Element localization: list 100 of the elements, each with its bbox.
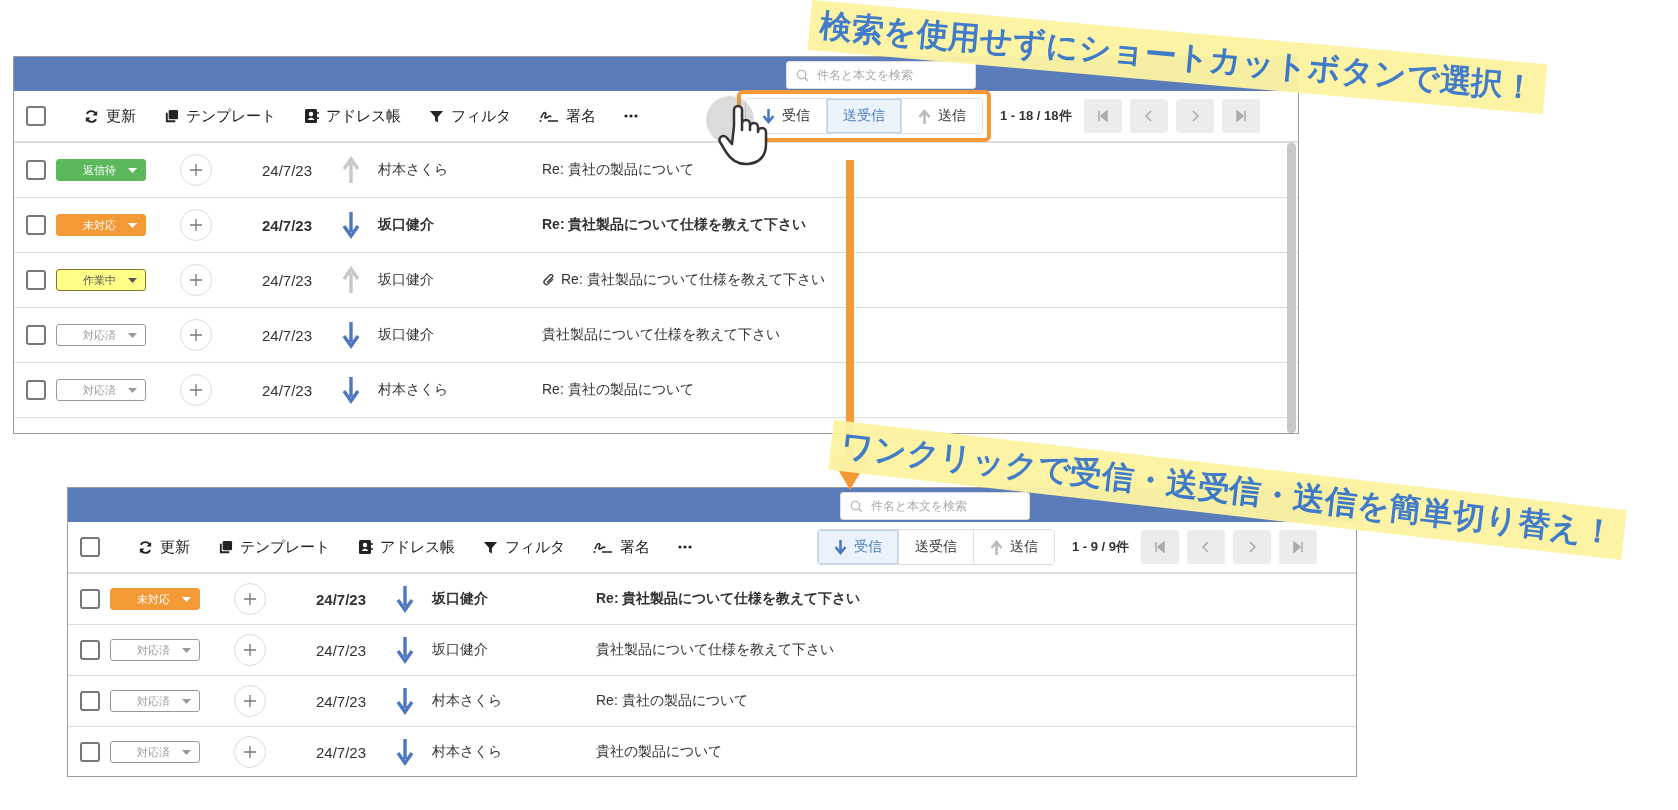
refresh-button[interactable]: 更新: [82, 102, 138, 130]
chevron-left-icon: [1201, 541, 1212, 553]
select-all-checkbox[interactable]: [80, 537, 100, 557]
address-book-button[interactable]: アドレス帳: [302, 102, 403, 130]
first-page-icon: [1154, 541, 1167, 553]
previous-page-button[interactable]: [1129, 99, 1168, 133]
row-checkbox[interactable]: [80, 589, 100, 609]
last-page-button[interactable]: [1279, 530, 1318, 564]
next-page-button[interactable]: [1233, 530, 1272, 564]
mail-subject[interactable]: Re: 貴社製品について仕様を教えて下さい: [596, 590, 861, 608]
plus-icon: [190, 274, 202, 286]
mail-subject[interactable]: 貴社製品について仕様を教えて下さい: [542, 326, 780, 344]
add-button[interactable]: [180, 209, 212, 241]
mail-subject[interactable]: 貴社の製品について: [596, 743, 722, 761]
copy-icon: [164, 108, 179, 124]
plus-icon: [190, 384, 202, 396]
last-page-button[interactable]: [1221, 99, 1260, 133]
sender-name: 村本さくら: [378, 161, 449, 179]
plus-icon: [190, 219, 202, 231]
add-button[interactable]: [234, 634, 266, 666]
down-arrow-icon: [396, 636, 414, 664]
search-field[interactable]: 件名と本文を検索: [786, 61, 976, 89]
add-button[interactable]: [180, 374, 212, 406]
row-checkbox[interactable]: [26, 215, 46, 235]
mail-subject[interactable]: 貴社製品について仕様を教えて下さい: [596, 641, 834, 659]
mail-subject[interactable]: Re: 貴社製品について仕様を教えて下さい: [542, 216, 807, 234]
mail-subject[interactable]: Re: 貴社製品について仕様を教えて下さい: [561, 271, 825, 289]
mail-subject[interactable]: Re: 貴社の製品について: [542, 161, 694, 179]
add-button[interactable]: [180, 319, 212, 351]
down-arrow-icon: [762, 107, 775, 125]
direction-tab[interactable]: 送受信: [827, 99, 902, 133]
down-arrow-icon: [396, 585, 414, 613]
up-arrow-icon: [342, 266, 360, 294]
up-arrow-icon: [342, 156, 360, 184]
row-checkbox[interactable]: [26, 270, 46, 290]
more-icon: [678, 545, 692, 549]
filter-button[interactable]: フィルタ: [481, 533, 567, 561]
contact-book-icon: [358, 539, 373, 555]
add-button[interactable]: [234, 736, 266, 768]
date-text: 24/7/23: [316, 641, 368, 659]
template-button[interactable]: テンプレート: [216, 533, 332, 561]
up-arrow-icon: [990, 538, 1003, 556]
signature-button[interactable]: 署名: [591, 533, 652, 561]
mail-subject[interactable]: Re: 貴社の製品について: [542, 381, 694, 399]
first-page-icon: [1096, 110, 1109, 122]
template-button[interactable]: テンプレート: [162, 102, 278, 130]
filter-icon: [483, 539, 498, 555]
next-page-button[interactable]: [1175, 99, 1214, 133]
sender-name: 坂口健介: [432, 641, 489, 659]
caret-icon: [128, 222, 137, 228]
address-book-button[interactable]: アドレス帳: [356, 533, 457, 561]
chevron-left-icon: [1143, 110, 1154, 122]
contact-book-icon: [304, 108, 319, 124]
refresh-button[interactable]: 更新: [136, 533, 192, 561]
caret-icon: [182, 647, 191, 653]
sender-name: 坂口健介: [378, 216, 435, 234]
caret-icon: [128, 387, 137, 393]
date-text: 24/7/23: [262, 326, 314, 344]
scrollbar[interactable]: [1287, 143, 1296, 433]
add-button[interactable]: [180, 264, 212, 296]
row-checkbox[interactable]: [80, 742, 100, 762]
first-page-button[interactable]: [1141, 530, 1180, 564]
row-checkbox[interactable]: [80, 640, 100, 660]
caret-icon: [182, 749, 191, 755]
down-arrow-icon: [342, 376, 360, 404]
filter-icon: [429, 108, 444, 124]
plus-icon: [244, 695, 256, 707]
row-checkbox[interactable]: [26, 380, 46, 400]
filter-button[interactable]: フィルタ: [427, 102, 513, 130]
add-button[interactable]: [234, 583, 266, 615]
search-icon: [796, 69, 809, 82]
row-checkbox[interactable]: [80, 691, 100, 711]
date-text: 24/7/23: [316, 590, 368, 608]
select-all-checkbox[interactable]: [26, 106, 46, 126]
signature-button[interactable]: 署名: [537, 102, 598, 130]
status-dropdown[interactable]: 作業中: [56, 269, 146, 291]
add-button[interactable]: [180, 154, 212, 186]
sender-name: 村本さくら: [432, 743, 503, 761]
mail-subject[interactable]: Re: 貴社の製品について: [596, 692, 748, 710]
down-arrow-icon: [396, 687, 414, 715]
last-page-icon: [1234, 110, 1247, 122]
plus-icon: [244, 644, 256, 656]
first-page-button[interactable]: [1083, 99, 1122, 133]
chevron-right-icon: [1247, 541, 1258, 553]
last-page-icon: [1292, 541, 1305, 553]
search-field[interactable]: 件名と本文を検索: [840, 492, 1030, 520]
plus-icon: [244, 746, 256, 758]
date-text: 24/7/23: [316, 743, 368, 761]
sender-name: 村本さくら: [378, 381, 449, 399]
row-checkbox[interactable]: [26, 160, 46, 180]
previous-page-button[interactable]: [1187, 530, 1226, 564]
caret-icon: [128, 167, 137, 173]
direction-tab[interactable]: 受信: [818, 530, 899, 564]
sender-name: 村本さくら: [432, 692, 503, 710]
date-text: 24/7/23: [262, 381, 314, 399]
add-button[interactable]: [234, 685, 266, 717]
plus-icon: [244, 593, 256, 605]
sender-name: 坂口健介: [378, 326, 435, 344]
signature-icon: [593, 540, 613, 554]
row-checkbox[interactable]: [26, 325, 46, 345]
